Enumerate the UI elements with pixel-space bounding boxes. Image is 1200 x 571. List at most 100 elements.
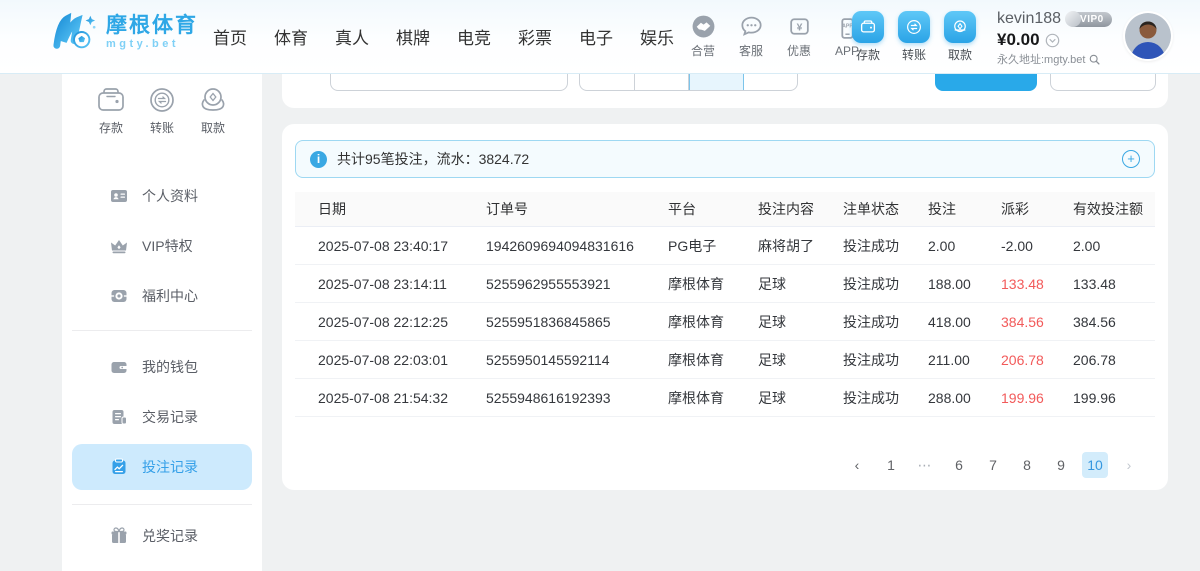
page-button[interactable]: 6 (946, 452, 972, 478)
cell-status: 投注成功 (843, 312, 928, 332)
segment-option-3-selected[interactable] (689, 74, 744, 90)
cell-platform: PG电子 (668, 236, 758, 256)
sidebar-menu-middle: 我的钱包 交易记录 (62, 344, 262, 494)
nav-item[interactable]: 体育 (274, 24, 308, 49)
nav-item[interactable]: 娱乐 (640, 24, 674, 49)
cell-valid-amount: 199.96 (1073, 390, 1147, 406)
cell-platform: 摩根体育 (668, 388, 758, 408)
page-button[interactable]: 9 (1048, 452, 1074, 478)
cell-status: 投注成功 (843, 350, 928, 370)
deposit-wallet-icon (852, 11, 884, 43)
cell-bet-amount: 211.00 (928, 352, 1001, 368)
wallet-icon (110, 358, 128, 376)
handshake-icon (691, 14, 716, 39)
search-button[interactable] (935, 74, 1037, 91)
page-button[interactable]: › (1116, 452, 1142, 478)
filter-input[interactable] (330, 74, 568, 91)
cell-valid-amount: 133.48 (1073, 276, 1147, 292)
segment-option-2[interactable] (635, 74, 690, 90)
info-icon (310, 151, 327, 168)
customer-service-link[interactable]: 客服 (732, 14, 770, 59)
partner-link[interactable]: 合营 (684, 14, 722, 59)
column-header: 派彩 (1001, 199, 1073, 219)
sidebar-menu-bottom: 兑奖记录 (62, 513, 262, 563)
expand-plus-icon[interactable] (1122, 150, 1140, 168)
reset-button[interactable] (1050, 74, 1156, 91)
welfare-coin-icon (110, 287, 128, 305)
page-button[interactable]: 10 (1082, 452, 1108, 478)
withdraw-button[interactable]: 取款 (943, 11, 977, 63)
column-header: 平台 (668, 199, 758, 219)
withdraw-diamond-icon (944, 11, 976, 43)
table-row: 2025-07-08 22:12:25 5255951836845865 摩根体… (295, 303, 1155, 341)
cell-platform: 摩根体育 (668, 274, 758, 294)
cell-valid-amount: 384.56 (1073, 314, 1147, 330)
sidebar-item-vip[interactable]: VIP特权 (72, 223, 252, 269)
cell-order-number: 5255962955553921 (486, 276, 668, 292)
avatar[interactable] (1125, 13, 1171, 59)
cell-bet-amount: 2.00 (928, 238, 1001, 254)
brand-name: 摩根体育 (106, 14, 198, 38)
sidebar-item-redeem-records[interactable]: 兑奖记录 (72, 513, 252, 559)
sidebar-withdraw-shortcut[interactable]: 取款 (196, 86, 230, 136)
page-button[interactable]: 7 (980, 452, 1006, 478)
cell-date: 2025-07-08 23:40:17 (318, 238, 486, 254)
chevron-down-icon[interactable] (1045, 33, 1060, 48)
sidebar-divider (72, 330, 252, 331)
transfer-button[interactable]: 转账 (897, 11, 931, 63)
wallet-quick-actions: 存款 转账 取款 (851, 0, 977, 73)
sidebar: 存款 转账 (62, 74, 262, 571)
permanent-address: 永久地址:mgty.bet (997, 51, 1085, 67)
bet-record-icon (110, 458, 128, 476)
page-button[interactable]: 8 (1014, 452, 1040, 478)
cell-valid-amount: 2.00 (1073, 238, 1147, 254)
cell-bet-amount: 288.00 (928, 390, 1001, 406)
main-content: 共计95笔投注，流水：3824.72 日期订单号平台投注内容注单状态投注派彩有效… (282, 74, 1168, 571)
deposit-button[interactable]: 存款 (851, 11, 885, 63)
nav-item[interactable]: 真人 (335, 24, 369, 49)
cell-bet-content: 麻将胡了 (758, 236, 843, 256)
cell-order-number: 5255948616192393 (486, 390, 668, 406)
page-button[interactable]: ⋯ (912, 452, 938, 478)
segment-option-4[interactable] (744, 74, 798, 90)
page-button[interactable]: 1 (878, 452, 904, 478)
cell-order-number: 5255951836845865 (486, 314, 668, 330)
cell-payout: 199.96 (1001, 390, 1073, 406)
sidebar-item-profile[interactable]: 个人资料 (72, 173, 252, 219)
table-body: 2025-07-08 23:40:17 1942609694094831616 … (295, 227, 1155, 417)
sidebar-item-bet-records[interactable]: 投注记录 (72, 444, 252, 490)
withdraw-outline-icon (197, 86, 229, 114)
nav-item[interactable]: 电竞 (457, 24, 491, 49)
cell-bet-content: 足球 (758, 388, 843, 408)
nav-item[interactable]: 棋牌 (396, 24, 430, 49)
cell-date: 2025-07-08 22:12:25 (318, 314, 486, 330)
nav-item[interactable]: 首页 (213, 24, 247, 49)
sidebar-item-welfare[interactable]: 福利中心 (72, 273, 252, 319)
sidebar-item-wallet[interactable]: 我的钱包 (72, 344, 252, 390)
sidebar-transfer-shortcut[interactable]: 转账 (145, 86, 179, 136)
cell-payout: 133.48 (1001, 276, 1073, 292)
magnifier-icon[interactable] (1088, 53, 1101, 66)
sidebar-deposit-shortcut[interactable]: 存款 (94, 86, 128, 136)
brand-logo[interactable]: 摩根体育 mgty.bet (52, 12, 198, 52)
sidebar-item-transactions[interactable]: 交易记录 (72, 394, 252, 440)
page-button[interactable]: ‹ (844, 452, 870, 478)
cell-order-number: 5255950145592114 (486, 352, 668, 368)
nav-item[interactable]: 电子 (579, 24, 613, 49)
promotions-link[interactable]: ¥ 优惠 (780, 14, 818, 59)
cell-status: 投注成功 (843, 236, 928, 256)
cell-status: 投注成功 (843, 388, 928, 408)
column-header: 注单状态 (843, 199, 928, 219)
coupon-icon: ¥ (787, 14, 812, 39)
nav-item[interactable]: 彩票 (518, 24, 552, 49)
table-header-row: 日期订单号平台投注内容注单状态投注派彩有效投注额 (295, 192, 1155, 227)
svg-text:¥: ¥ (796, 23, 802, 34)
table-row: 2025-07-08 22:03:01 5255950145592114 摩根体… (295, 341, 1155, 379)
bet-records-table: 日期订单号平台投注内容注单状态投注派彩有效投注额 2025-07-08 23:4… (295, 192, 1155, 417)
username[interactable]: kevin188 (997, 10, 1061, 28)
segment-option-1[interactable] (580, 74, 635, 90)
date-range-segmented-control (579, 74, 798, 91)
header-icon-group: 合营 客服 ¥ 优惠 (684, 0, 866, 73)
cell-payout: -2.00 (1001, 238, 1073, 254)
sidebar-divider (72, 504, 252, 505)
